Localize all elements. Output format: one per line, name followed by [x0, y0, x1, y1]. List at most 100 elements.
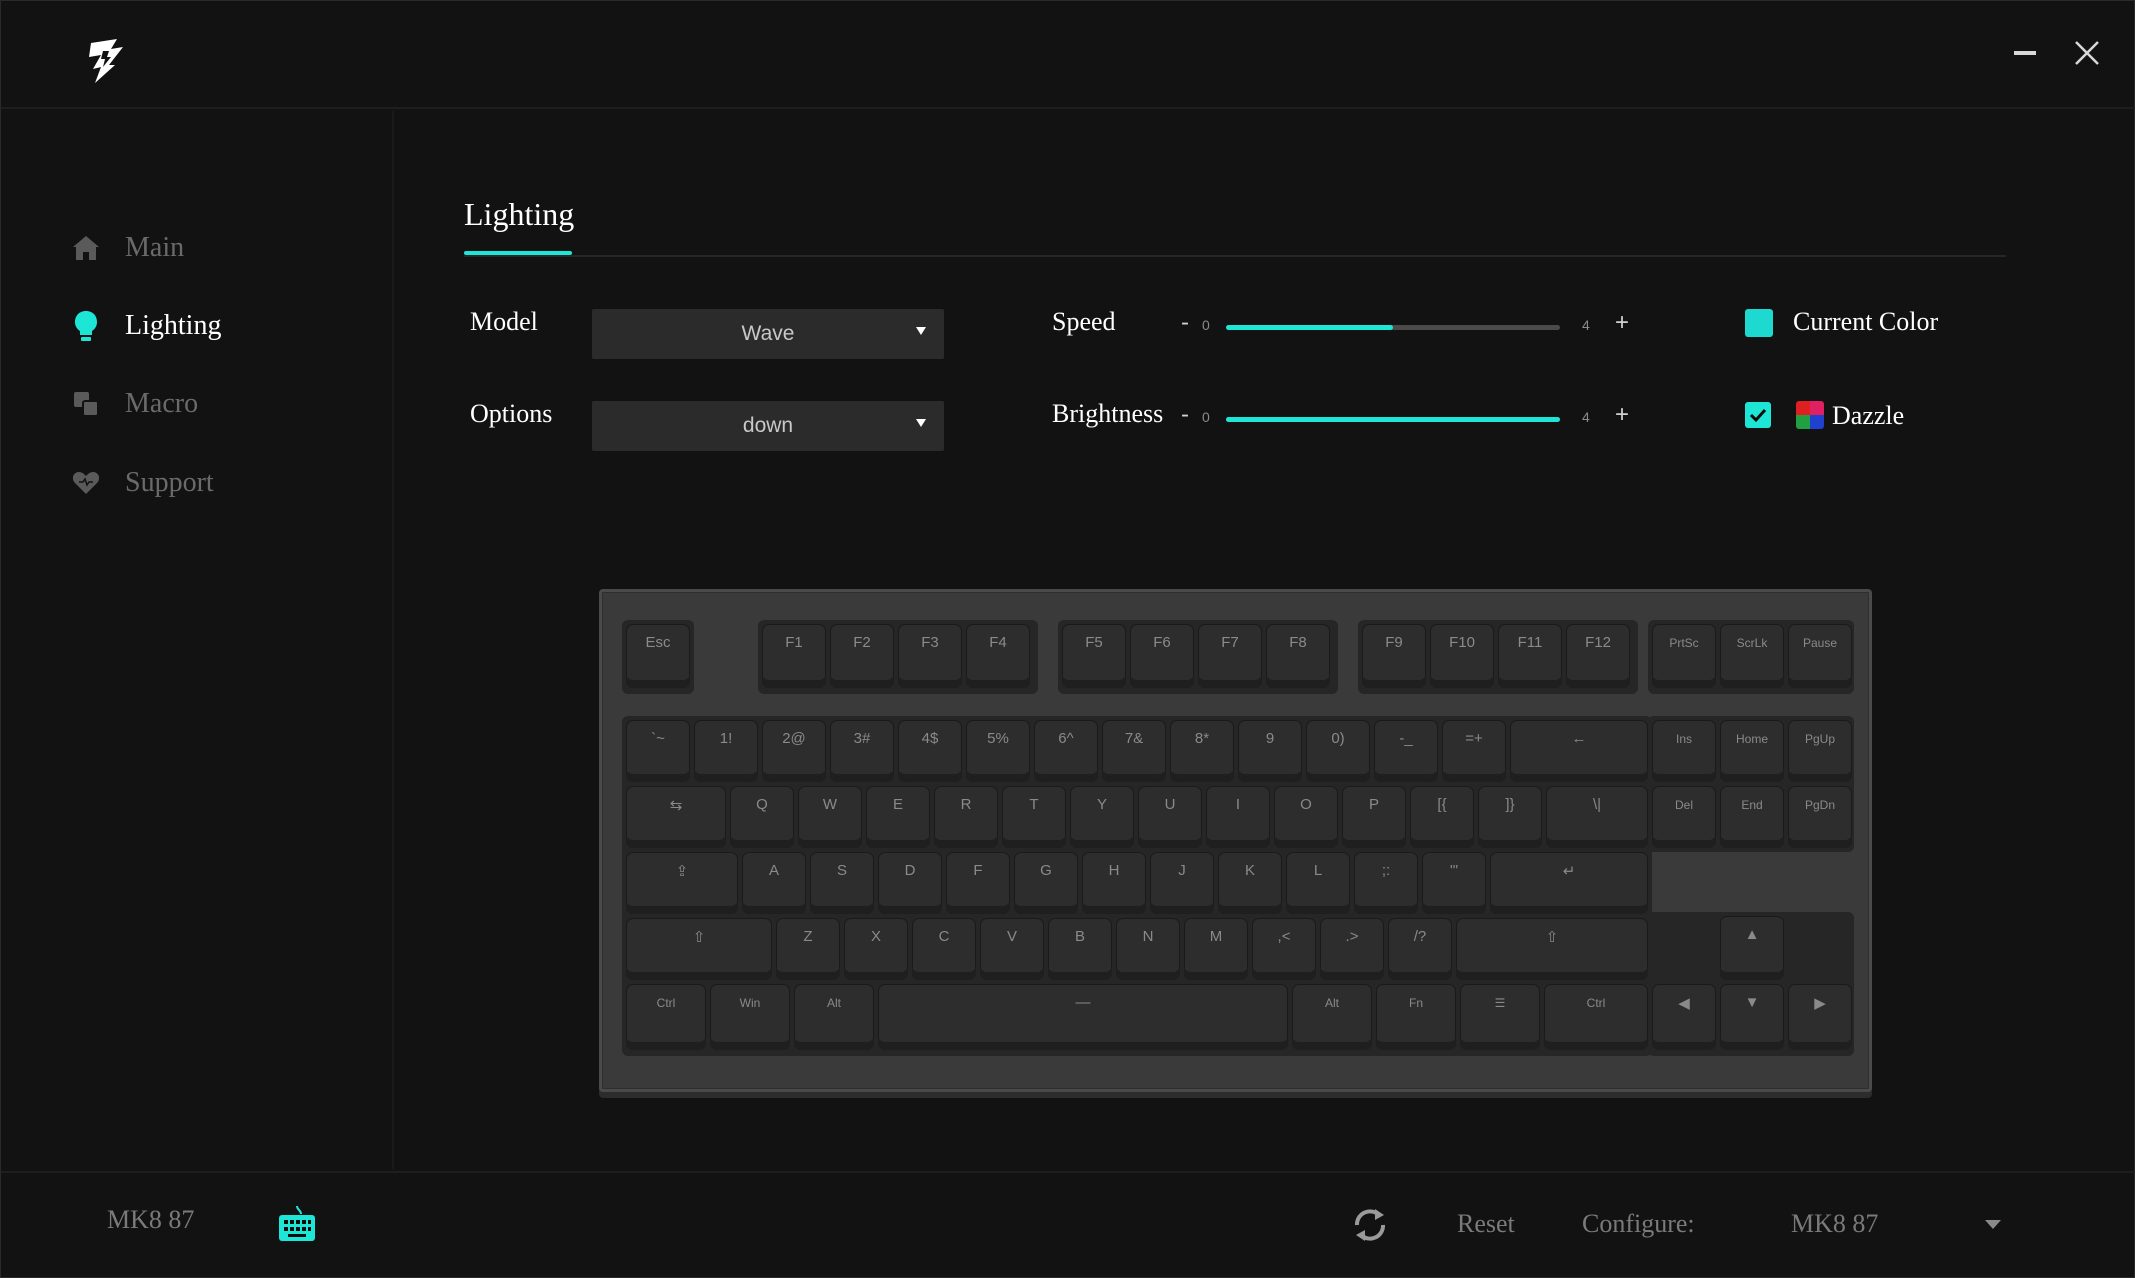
key-rshift[interactable]: ⇧ — [1456, 918, 1648, 980]
key-equals[interactable]: =+ — [1442, 720, 1506, 782]
brightness-increase-button[interactable]: + — [1615, 401, 1629, 429]
key-f1[interactable]: F1 — [762, 624, 826, 688]
key-u[interactable]: U — [1138, 786, 1202, 848]
key-arrow-up[interactable]: ▲ — [1720, 916, 1784, 980]
key-3[interactable]: 3# — [830, 720, 894, 782]
key-scrlk[interactable]: ScrLk — [1720, 624, 1784, 688]
key-h[interactable]: H — [1082, 852, 1146, 914]
key-j[interactable]: J — [1150, 852, 1214, 914]
key-o[interactable]: O — [1274, 786, 1338, 848]
options-select[interactable]: down — [592, 401, 944, 451]
key-9[interactable]: 9 — [1238, 720, 1302, 782]
speed-slider[interactable] — [1226, 325, 1560, 330]
key-prtsc[interactable]: PrtSc — [1652, 624, 1716, 688]
configure-select[interactable]: MK8 87 — [1781, 1201, 2011, 1247]
key-backtick[interactable]: `~ — [626, 720, 690, 782]
key-f6[interactable]: F6 — [1130, 624, 1194, 688]
key-f7[interactable]: F7 — [1198, 624, 1262, 688]
key-end[interactable]: End — [1720, 786, 1784, 848]
key-r[interactable]: R — [934, 786, 998, 848]
reset-button[interactable]: Reset — [1457, 1209, 1515, 1239]
key-slash[interactable]: /? — [1388, 918, 1452, 980]
key-quote[interactable]: '" — [1422, 852, 1486, 914]
key-ins[interactable]: Ins — [1652, 720, 1716, 782]
key-rctrl[interactable]: Ctrl — [1544, 984, 1648, 1050]
key-b[interactable]: B — [1048, 918, 1112, 980]
key-2[interactable]: 2@ — [762, 720, 826, 782]
key-capslock[interactable]: ⇪ — [626, 852, 738, 914]
tab-lighting[interactable]: Lighting — [464, 196, 574, 233]
key-lctrl[interactable]: Ctrl — [626, 984, 706, 1050]
key-ralt[interactable]: Alt — [1292, 984, 1372, 1050]
key-backslash[interactable]: \| — [1546, 786, 1648, 848]
key-y[interactable]: Y — [1070, 786, 1134, 848]
close-icon[interactable] — [2069, 35, 2105, 71]
key-c[interactable]: C — [912, 918, 976, 980]
key-v[interactable]: V — [980, 918, 1044, 980]
key-z[interactable]: Z — [776, 918, 840, 980]
key-e[interactable]: E — [866, 786, 930, 848]
sidebar-item-support[interactable]: Support — [71, 459, 371, 507]
model-select[interactable]: Wave — [592, 309, 944, 359]
key-t[interactable]: T — [1002, 786, 1066, 848]
key-f[interactable]: F — [946, 852, 1010, 914]
sidebar-item-lighting[interactable]: Lighting — [71, 302, 371, 350]
key-pause[interactable]: Pause — [1788, 624, 1852, 688]
speed-decrease-button[interactable]: - — [1181, 309, 1189, 337]
key-lbracket[interactable]: [{ — [1410, 786, 1474, 848]
key-esc[interactable]: Esc — [626, 624, 690, 688]
keyboard-icon[interactable] — [277, 1204, 317, 1244]
key-f9[interactable]: F9 — [1362, 624, 1426, 688]
key-f4[interactable]: F4 — [966, 624, 1030, 688]
key-6[interactable]: 6^ — [1034, 720, 1098, 782]
key-win[interactable]: Win — [710, 984, 790, 1050]
key-x[interactable]: X — [844, 918, 908, 980]
key-lshift[interactable]: ⇧ — [626, 918, 772, 980]
key-a[interactable]: A — [742, 852, 806, 914]
key-s[interactable]: S — [810, 852, 874, 914]
speed-increase-button[interactable]: + — [1615, 309, 1629, 337]
minimize-icon[interactable] — [2007, 35, 2043, 71]
key-space[interactable]: — — [878, 984, 1288, 1050]
key-7[interactable]: 7& — [1102, 720, 1166, 782]
key-arrow-right[interactable]: ▶ — [1788, 984, 1852, 1050]
key-tab[interactable]: ⇆ — [626, 786, 726, 848]
brightness-slider[interactable] — [1226, 417, 1560, 422]
key-arrow-down[interactable]: ▼ — [1720, 984, 1784, 1050]
key-d[interactable]: D — [878, 852, 942, 914]
key-f8[interactable]: F8 — [1266, 624, 1330, 688]
key-k[interactable]: K — [1218, 852, 1282, 914]
key-minus[interactable]: -_ — [1374, 720, 1438, 782]
key-1[interactable]: 1! — [694, 720, 758, 782]
key-4[interactable]: 4$ — [898, 720, 962, 782]
key-0[interactable]: 0) — [1306, 720, 1370, 782]
key-f11[interactable]: F11 — [1498, 624, 1562, 688]
key-enter[interactable]: ↵ — [1490, 852, 1648, 914]
key-w[interactable]: W — [798, 786, 862, 848]
key-period[interactable]: .> — [1320, 918, 1384, 980]
key-comma[interactable]: ,< — [1252, 918, 1316, 980]
key-g[interactable]: G — [1014, 852, 1078, 914]
brightness-decrease-button[interactable]: - — [1181, 401, 1189, 429]
key-del[interactable]: Del — [1652, 786, 1716, 848]
key-pgup[interactable]: PgUp — [1788, 720, 1852, 782]
dazzle-checkbox[interactable] — [1745, 402, 1771, 428]
key-home[interactable]: Home — [1720, 720, 1784, 782]
key-rbracket[interactable]: ]} — [1478, 786, 1542, 848]
key-backspace[interactable]: ← — [1510, 720, 1648, 782]
refresh-icon[interactable] — [1351, 1207, 1389, 1243]
key-pgdn[interactable]: PgDn — [1788, 786, 1852, 848]
key-lalt[interactable]: Alt — [794, 984, 874, 1050]
key-arrow-left[interactable]: ◀ — [1652, 984, 1716, 1050]
key-i[interactable]: I — [1206, 786, 1270, 848]
key-f12[interactable]: F12 — [1566, 624, 1630, 688]
key-fn[interactable]: Fn — [1376, 984, 1456, 1050]
key-semicolon[interactable]: ;: — [1354, 852, 1418, 914]
key-f10[interactable]: F10 — [1430, 624, 1494, 688]
current-color-swatch[interactable] — [1745, 309, 1773, 337]
key-q[interactable]: Q — [730, 786, 794, 848]
key-p[interactable]: P — [1342, 786, 1406, 848]
sidebar-item-macro[interactable]: Macro — [71, 380, 371, 428]
sidebar-item-main[interactable]: Main — [71, 224, 371, 272]
key-f3[interactable]: F3 — [898, 624, 962, 688]
